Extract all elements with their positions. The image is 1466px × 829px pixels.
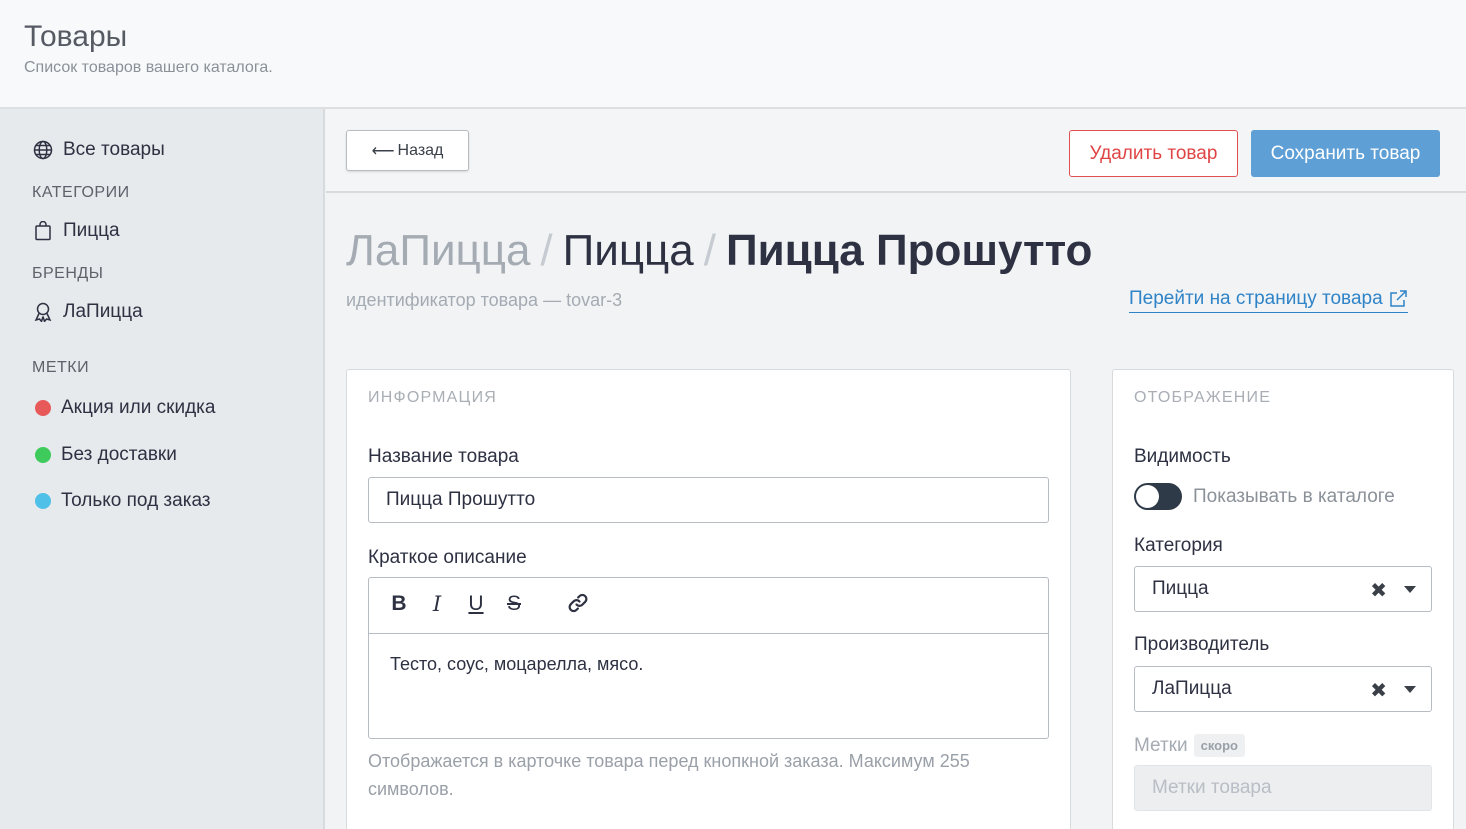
sidebar-item-label: ЛаПицца [63, 301, 143, 322]
tag-color-dot [35, 447, 51, 463]
sidebar-item-tag-no-delivery[interactable]: Без доставки [32, 444, 177, 466]
sidebar-item-tag-promo[interactable]: Акция или скидка [32, 397, 215, 419]
sidebar-item-tag-on-order[interactable]: Только под заказ [32, 490, 211, 512]
tag-color-dot [35, 400, 51, 416]
product-name-field[interactable]: Пицца Прошутто [368, 477, 1049, 523]
external-link-icon [1388, 289, 1408, 309]
delete-product-button[interactable]: Удалить товар [1069, 130, 1238, 177]
breadcrumb: ЛаПицца / Пицца / Пицца Прошутто [346, 226, 1092, 276]
sidebar-tags-heading: МЕТКИ [32, 359, 90, 376]
back-button[interactable]: ⟵ Назад [346, 130, 469, 171]
product-name-label: Название товара [368, 446, 519, 467]
display-card: ОТОБРАЖЕНИЕ Видимость Показывать в катал… [1112, 369, 1454, 829]
action-toolbar: ⟵ Назад Удалить товар Сохранить товар [326, 109, 1466, 193]
manufacturer-select[interactable]: ЛаПицца ✖ [1134, 666, 1432, 712]
back-button-label: Назад [397, 141, 444, 159]
arrow-left-icon: ⟵ [371, 142, 395, 160]
short-description-text: Тесто, соус, моцарелла, мясо. [390, 654, 644, 674]
page-header: Товары Список товаров вашего каталога. [0, 0, 1466, 109]
visibility-toggle[interactable] [1134, 483, 1182, 510]
clear-icon[interactable]: ✖ [1370, 678, 1387, 703]
award-icon [32, 301, 54, 323]
short-description-editor[interactable]: B I U S Тесто, соус, моцарелла, мясо. [368, 577, 1049, 739]
sidebar: Все товары КАТЕГОРИИ Пицца БРЕНДЫ ЛаПицц… [0, 109, 325, 829]
sidebar-item-brand-lapizza[interactable]: ЛаПицца [32, 301, 143, 323]
manufacturer-select-value: ЛаПицца [1152, 678, 1232, 699]
category-select[interactable]: Пицца ✖ [1134, 566, 1432, 612]
chevron-down-icon[interactable] [1404, 686, 1416, 693]
sidebar-categories-heading: КАТЕГОРИИ [32, 184, 130, 201]
coming-soon-badge: скоро [1193, 734, 1245, 757]
breadcrumb-brand[interactable]: ЛаПицца [346, 226, 530, 275]
sidebar-item-category-pizza[interactable]: Пицца [32, 220, 120, 242]
bold-icon[interactable]: B [387, 592, 411, 616]
sidebar-item-label: Все товары [63, 139, 165, 160]
tag-color-dot [35, 493, 51, 509]
display-card-heading: ОТОБРАЖЕНИЕ [1134, 389, 1272, 406]
breadcrumb-category[interactable]: Пицца [563, 226, 694, 275]
page-title: Товары [24, 20, 128, 53]
tags-label: Метки скоро [1134, 734, 1245, 757]
category-select-value: Пицца [1152, 578, 1209, 599]
sidebar-item-label: Только под заказ [61, 490, 211, 511]
category-label: Категория [1134, 535, 1223, 556]
information-card-heading: ИНФОРМАЦИЯ [368, 389, 498, 406]
toggle-knob [1136, 485, 1159, 508]
link-icon[interactable] [566, 592, 590, 620]
breadcrumb-separator: / [703, 226, 716, 275]
breadcrumb-separator: / [540, 226, 553, 275]
editor-toolbar: B I U S [369, 578, 1048, 634]
page-subtitle: Список товаров вашего каталога. [24, 59, 273, 76]
sidebar-brands-heading: БРЕНДЫ [32, 265, 104, 282]
tags-label-text: Метки [1134, 734, 1188, 756]
shopping-bag-icon [32, 220, 54, 242]
visibility-toggle-label: Показывать в каталоге [1193, 486, 1395, 507]
clear-icon[interactable]: ✖ [1370, 578, 1387, 603]
breadcrumb-product: Пицца Прошутто [725, 226, 1093, 275]
product-page-link[interactable]: Перейти на страницу товара [1129, 288, 1408, 313]
information-card: ИНФОРМАЦИЯ Название товара Пицца Прошутт… [346, 369, 1071, 829]
italic-icon[interactable]: I [425, 592, 449, 616]
tags-input: Метки товара [1134, 765, 1432, 811]
save-product-button[interactable]: Сохранить товар [1251, 130, 1440, 177]
visibility-label: Видимость [1134, 446, 1231, 467]
manufacturer-label: Производитель [1134, 634, 1270, 655]
product-page-link-label: Перейти на страницу товара [1129, 288, 1383, 309]
product-identifier: идентификатор товара — tovar-3 [346, 290, 623, 310]
sidebar-item-label: Без доставки [61, 444, 177, 465]
chevron-down-icon[interactable] [1404, 586, 1416, 593]
short-description-label: Краткое описание [368, 547, 527, 568]
globe-icon [32, 139, 54, 161]
short-description-hint: Отображается в карточке товара перед кно… [368, 751, 970, 799]
sidebar-item-label: Акция или скидка [61, 397, 216, 418]
strikethrough-icon[interactable]: S [502, 592, 526, 616]
underline-icon[interactable]: U [464, 592, 488, 616]
sidebar-item-label: Пицца [63, 220, 120, 241]
sidebar-item-all-products[interactable]: Все товары [32, 139, 165, 161]
